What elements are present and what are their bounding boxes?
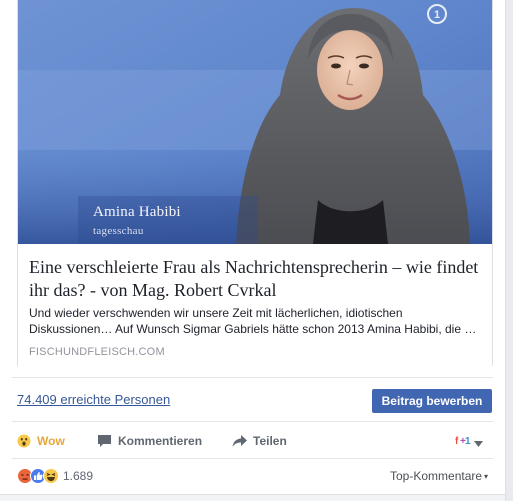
haha-reaction-icon xyxy=(43,468,59,484)
language-selector[interactable]: f + 1 xyxy=(455,433,483,452)
image-caption-show: tagesschau xyxy=(93,225,144,237)
divider xyxy=(12,421,493,422)
translate-icon: f + 1 xyxy=(455,433,471,452)
share-icon xyxy=(232,434,247,448)
divider xyxy=(12,377,493,378)
reaction-count: 1.689 xyxy=(63,469,94,483)
link-title[interactable]: Eine verschleierte Frau als Nachrichtens… xyxy=(29,256,484,302)
comment-label: Kommentieren xyxy=(118,434,203,448)
link-description: Und wieder verschwenden wir unsere Zeit … xyxy=(29,306,477,336)
share-label: Teilen xyxy=(253,434,287,448)
image-caption-name: Amina Habibi xyxy=(93,204,181,220)
boost-post-button[interactable]: Beitrag bewerben xyxy=(372,389,492,413)
reach-link[interactable]: 74.409 erreichte Personen xyxy=(17,392,170,407)
svg-text:1: 1 xyxy=(434,9,440,21)
post-container: 1 Amina Habibi tagesschau Eine verschlei… xyxy=(0,0,506,501)
link-domain: FISCHUNDFLEISCH.COM xyxy=(29,346,165,358)
chevron-down-icon: ▾ xyxy=(484,471,489,481)
link-preview-card[interactable]: 1 Amina Habibi tagesschau Eine verschlei… xyxy=(17,0,493,366)
comment-sort-label: Top-Kommentare xyxy=(390,469,483,483)
wow-reaction-button[interactable]: Wow xyxy=(17,432,65,450)
reactions-summary[interactable]: 1.689 xyxy=(17,468,93,484)
comment-button[interactable]: Kommentieren xyxy=(97,432,202,450)
share-button[interactable]: Teilen xyxy=(232,432,287,450)
svg-text:f: f xyxy=(455,436,459,447)
comment-icon xyxy=(97,434,112,448)
news-anchor-image: 1 xyxy=(18,0,492,244)
wow-label: Wow xyxy=(37,434,65,448)
divider xyxy=(12,458,493,459)
comment-sort-dropdown[interactable]: Top-Kommentare ▾ xyxy=(390,469,488,483)
svg-text:1: 1 xyxy=(465,436,471,447)
link-preview-body[interactable]: Eine verschleierte Frau als Nachrichtens… xyxy=(18,244,492,366)
chevron-down-icon xyxy=(474,434,483,452)
wow-icon xyxy=(17,434,31,448)
preview-image[interactable]: 1 Amina Habibi tagesschau xyxy=(18,0,492,244)
